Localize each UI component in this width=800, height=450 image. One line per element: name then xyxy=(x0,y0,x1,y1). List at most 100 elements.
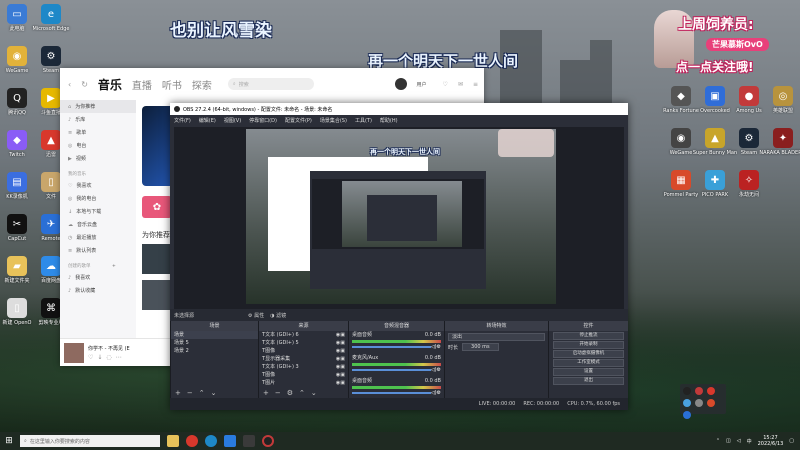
transition-select[interactable]: 淡出 xyxy=(448,333,545,341)
desktop_icons_left-icon[interactable]: ▤ KK录像机 xyxy=(0,172,34,200)
scene-item[interactable]: 场景 5 xyxy=(171,339,258,347)
network-icon[interactable]: ◫ xyxy=(726,438,731,444)
edge-icon[interactable] xyxy=(205,435,217,447)
desktop_icons_right-icon[interactable]: ▦ Pommel Party xyxy=(664,170,698,198)
properties-button[interactable]: ⚙ 属性 xyxy=(248,312,264,319)
scene-item[interactable]: 场景 2 xyxy=(171,347,258,355)
control-button[interactable]: 退出 xyxy=(553,377,624,385)
tray-app-icon[interactable] xyxy=(695,387,703,395)
desktop_icons_left-icon[interactable]: ◆ Twitch xyxy=(0,130,34,158)
obs-menu-item[interactable]: 工具(T) xyxy=(355,117,372,124)
desktop_icons_right-icon[interactable]: ✦ NARAKA BLADEPOI xyxy=(759,128,800,156)
tab-live[interactable]: 直播 xyxy=(132,77,152,92)
menu-icon[interactable]: ≡ xyxy=(473,81,478,88)
sidebar-item[interactable]: ◎ 电台 xyxy=(60,139,136,152)
scene-item[interactable]: 场景 xyxy=(171,331,258,339)
control-button[interactable]: 启动虚拟摄像机 xyxy=(553,350,624,358)
album-thumb[interactable] xyxy=(142,244,172,274)
tab-audiobook[interactable]: 听书 xyxy=(162,77,182,92)
music-card[interactable]: ✿ xyxy=(142,196,172,218)
lock-icon[interactable]: ▣ xyxy=(340,347,345,355)
music-search-input[interactable]: ⌕ 搜索 xyxy=(227,78,314,90)
sidebar-item[interactable]: ♪ 默认收藏 xyxy=(60,284,136,297)
sidebar-item[interactable]: ♪ 我喜欢 xyxy=(60,271,136,284)
user-name[interactable]: 用户 xyxy=(417,81,427,88)
desktop_icons_right-icon[interactable]: ▲ Super Bunny Man xyxy=(693,128,737,156)
desktop_icons_left-icon[interactable]: ▭ 此电脑 xyxy=(0,4,34,32)
desktop_icons_right-icon[interactable]: ● Among Us xyxy=(732,86,766,114)
tray-app-icon[interactable] xyxy=(707,399,715,407)
avatar[interactable] xyxy=(394,78,407,90)
obs-menu-item[interactable]: 场景集合(S) xyxy=(320,117,347,124)
source-item[interactable]: T 显示器采集 ◉ ▣ xyxy=(259,355,348,363)
add-scene-button[interactable]: + xyxy=(175,389,181,397)
remove-scene-button[interactable]: − xyxy=(187,389,193,397)
source-item[interactable]: T 文本 (GDI+) 6 ◉ ▣ xyxy=(259,331,348,339)
windows-start-icon[interactable]: ⊞ xyxy=(0,436,18,446)
volume-slider[interactable] xyxy=(352,369,431,371)
lock-icon[interactable]: ▣ xyxy=(340,379,345,387)
volume-slider[interactable] xyxy=(352,392,431,394)
sidebar-item[interactable]: ◎ 我的电台 xyxy=(60,192,136,205)
source-item[interactable]: T 图像 ◉ ▣ xyxy=(259,347,348,355)
desktop_icons_left-icon[interactable]: ✂ CapCut xyxy=(0,214,34,242)
source-item[interactable]: T 图像 ◉ ▣ xyxy=(259,371,348,379)
gear-icon[interactable]: ⚙ xyxy=(437,344,441,350)
source-item[interactable]: T 文本 (GDI+) 5 ◉ ▣ xyxy=(259,339,348,347)
input-language[interactable]: 中 xyxy=(747,438,752,445)
kugou-icon[interactable] xyxy=(224,435,236,447)
comment-icon[interactable]: ◌ xyxy=(106,354,111,361)
desktop_icons_left-icon[interactable]: ▯ 新建 OpenO xyxy=(0,298,34,326)
lock-icon[interactable]: ▣ xyxy=(340,331,345,339)
netease-music-icon[interactable] xyxy=(186,435,198,447)
source-settings-button[interactable]: ⚙ xyxy=(287,389,293,397)
control-button[interactable]: 开始录制 xyxy=(553,341,624,349)
file-explorer-icon[interactable] xyxy=(167,435,179,447)
tab-explore[interactable]: 探索 xyxy=(192,77,212,92)
obs-menu-item[interactable]: 配置文件(P) xyxy=(285,117,312,124)
source-item[interactable]: T 文本 (GDI+) 3 ◉ ▣ xyxy=(259,363,348,371)
notification-icon[interactable]: ▢ xyxy=(789,438,794,444)
volume-icon[interactable]: ◁ xyxy=(737,438,741,444)
sidebar-item[interactable]: ◷ 最近播放 xyxy=(60,231,136,244)
sidebar-item[interactable]: ♪ 乐库 xyxy=(60,113,136,126)
album-thumb[interactable] xyxy=(142,280,172,310)
move-up-button[interactable]: ⌃ xyxy=(199,389,205,397)
desktop_icons_right-icon[interactable]: ▣ Overcooked xyxy=(698,86,732,114)
tab-music[interactable]: 音乐 xyxy=(98,76,122,93)
move-down-button[interactable]: ⌄ xyxy=(311,389,317,397)
desktop_icons_right-icon[interactable]: ◎ 英雄联盟 xyxy=(766,86,800,114)
gear-icon[interactable]: ⚙ xyxy=(437,367,441,373)
album-cover[interactable] xyxy=(64,342,84,363)
tray-app-icon[interactable] xyxy=(707,387,715,395)
add-icon[interactable]: + xyxy=(112,264,116,269)
sidebar-item[interactable]: ♡ 我喜欢 xyxy=(60,179,136,192)
more-icon[interactable]: ⋯ xyxy=(116,354,122,361)
volume-slider[interactable] xyxy=(352,346,431,348)
desktop_icons_left-icon[interactable]: Q 腾讯QQ xyxy=(0,88,34,116)
control-button[interactable]: 设置 xyxy=(553,368,624,376)
add-source-button[interactable]: + xyxy=(263,389,269,397)
clock[interactable]: 15:27 2022/6/13 xyxy=(758,435,784,447)
sidebar-item[interactable]: ≡ 默认列表 xyxy=(60,244,136,257)
lock-icon[interactable]: ▣ xyxy=(340,371,345,379)
tray-app-icon[interactable] xyxy=(683,411,691,419)
sidebar-item[interactable]: ▶ 视频 xyxy=(60,152,136,165)
desktop_icons_right-icon[interactable]: ◆ Ranks Fortune xyxy=(663,86,699,114)
desktop_icons_left-icon[interactable]: e Microsoft Edge xyxy=(33,4,69,32)
obs-menu-item[interactable]: 视图(V) xyxy=(224,117,241,124)
source-item[interactable]: T 图片 ◉ ▣ xyxy=(259,379,348,387)
sidebar-item[interactable]: ≡ 歌单 xyxy=(60,126,136,139)
tray-app-icon[interactable] xyxy=(683,399,691,407)
filters-button[interactable]: ◑ 滤镜 xyxy=(270,312,286,319)
like-icon[interactable]: ♡ xyxy=(88,354,93,361)
game-icon[interactable] xyxy=(243,435,255,447)
back-icon[interactable]: ‹ xyxy=(68,80,71,89)
lock-icon[interactable]: ▣ xyxy=(340,339,345,347)
control-button[interactable]: 工作室模式 xyxy=(553,359,624,367)
lock-icon[interactable]: ▣ xyxy=(340,355,345,363)
desktop_icons_right-icon[interactable]: ✚ PICO PARK xyxy=(698,170,732,198)
desktop_icons_left-icon[interactable]: ▰ 新建文件夹 xyxy=(0,256,34,284)
skin-icon[interactable]: ♡ xyxy=(443,81,448,88)
obs-icon[interactable] xyxy=(262,435,274,447)
